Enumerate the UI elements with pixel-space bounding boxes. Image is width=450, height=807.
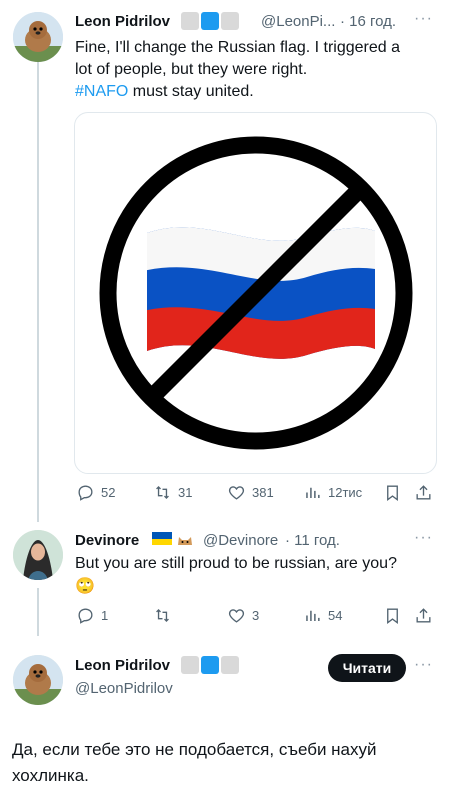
views-action[interactable]: 12тис bbox=[303, 483, 362, 502]
tweet-handle[interactable]: @Devinore bbox=[203, 532, 278, 549]
profile-flags bbox=[152, 531, 194, 548]
tweet-handle[interactable]: @LeonPidrilov bbox=[75, 680, 173, 697]
avatar[interactable] bbox=[13, 530, 63, 580]
verification-badges bbox=[181, 656, 241, 676]
hashtag-link[interactable]: #NAFO bbox=[75, 83, 128, 100]
bookmark-action[interactable] bbox=[383, 606, 402, 625]
like-icon bbox=[228, 609, 245, 623]
tweet-author[interactable]: Leon Pidrilov bbox=[75, 13, 170, 30]
views-action[interactable]: 54 bbox=[303, 606, 342, 625]
avatar[interactable] bbox=[13, 12, 63, 62]
like-action[interactable]: 381 bbox=[227, 483, 274, 502]
share-action[interactable] bbox=[414, 606, 433, 625]
reply-action[interactable]: 1 bbox=[76, 606, 108, 625]
reply-action[interactable]: 52 bbox=[76, 483, 115, 502]
views-count: 12тис bbox=[328, 485, 363, 500]
badge-icon bbox=[181, 656, 199, 674]
more-icon[interactable]: ··· bbox=[414, 656, 433, 674]
avatar-image bbox=[13, 655, 63, 705]
tweet-text-fragment: must stay united. bbox=[128, 83, 254, 100]
views-icon bbox=[306, 487, 320, 499]
tweet-media[interactable] bbox=[74, 112, 437, 474]
reply-icon bbox=[78, 485, 93, 501]
retweet-icon bbox=[156, 486, 169, 499]
tweet-author[interactable]: Devinore bbox=[75, 532, 139, 549]
retweet-action[interactable]: 31 bbox=[153, 483, 192, 502]
verification-badges bbox=[181, 12, 241, 32]
retweet-count: 31 bbox=[178, 485, 193, 500]
avatar-image bbox=[13, 530, 63, 580]
reply-count: 1 bbox=[101, 608, 109, 623]
like-action[interactable]: 3 bbox=[227, 606, 259, 625]
bookmark-icon bbox=[387, 608, 398, 624]
tweet-time[interactable]: · 11 год. bbox=[285, 532, 340, 549]
tweet-text-line: Fine, I'll change the Russian flag. I tr… bbox=[75, 39, 401, 56]
bookmark-action[interactable] bbox=[383, 483, 402, 502]
avatar[interactable] bbox=[13, 655, 63, 705]
verified-icon bbox=[201, 12, 219, 30]
follow-button[interactable]: Читати bbox=[328, 654, 406, 682]
retweet-action[interactable] bbox=[153, 606, 172, 625]
tweet-text-line: lot of people, but they were right. bbox=[75, 61, 308, 78]
views-icon bbox=[306, 610, 320, 622]
share-action[interactable] bbox=[414, 483, 433, 502]
tweet-text: Да, если тебе это не подобается, съеби н… bbox=[12, 737, 442, 789]
thread-line bbox=[37, 588, 39, 636]
rolling-eyes-emoji: 🙄 bbox=[75, 578, 95, 595]
share-icon bbox=[416, 485, 431, 500]
share-icon bbox=[416, 608, 431, 623]
reply-icon bbox=[78, 608, 93, 624]
more-icon[interactable]: ··· bbox=[414, 529, 433, 547]
tweet-handle[interactable]: @LeonPi... bbox=[261, 13, 335, 30]
tweet-text: But you are still proud to be russian, a… bbox=[75, 555, 397, 572]
tweet-text: Fine, I'll change the Russian flag. I tr… bbox=[75, 37, 435, 103]
tweet-text-line: хохлинка. bbox=[12, 766, 89, 785]
like-count: 3 bbox=[252, 608, 260, 623]
tweet-text-line: #NAFO must stay united. bbox=[75, 81, 435, 103]
like-icon bbox=[228, 486, 245, 500]
avatar-image bbox=[13, 12, 63, 62]
like-count: 381 bbox=[252, 485, 274, 500]
bookmark-icon bbox=[387, 485, 398, 501]
tweet-time[interactable]: · 16 год. bbox=[340, 13, 396, 30]
more-icon[interactable]: ··· bbox=[414, 10, 433, 28]
reply-count: 52 bbox=[101, 485, 116, 500]
verified-icon bbox=[201, 656, 219, 674]
ukraine-flag-icon bbox=[152, 532, 172, 545]
badge-icon bbox=[221, 12, 239, 30]
badge-icon bbox=[181, 12, 199, 30]
tweet-text-line: Да, если тебе это не подобается, съеби н… bbox=[12, 740, 377, 759]
badge-icon bbox=[221, 656, 239, 674]
cat-icon bbox=[176, 531, 194, 547]
thread-line bbox=[37, 62, 39, 522]
retweet-icon bbox=[156, 609, 169, 622]
views-count: 54 bbox=[328, 608, 343, 623]
no-russian-flag-image bbox=[99, 136, 413, 450]
tweet-author[interactable]: Leon Pidrilov bbox=[75, 657, 170, 674]
